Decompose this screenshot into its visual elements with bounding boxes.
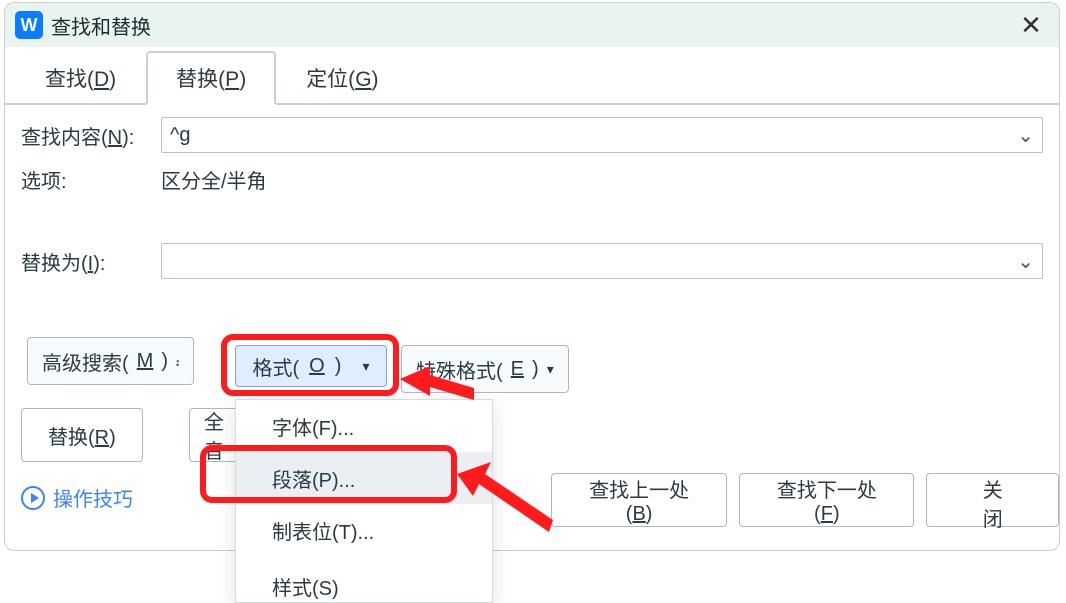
chevron-down-icon: ⌄	[1017, 249, 1034, 274]
special-format-button[interactable]: 特殊格式(E)▾	[401, 345, 569, 393]
chevron-down-icon: ⌄	[1017, 123, 1034, 148]
tips-link[interactable]: 操作技巧	[21, 483, 133, 512]
advanced-search-button[interactable]: 高级搜索(M)᎓	[27, 337, 194, 385]
tab-find[interactable]: 查找(D)	[15, 51, 146, 103]
tabs: 查找(D) 替换(P) 定位(G)	[5, 47, 1059, 105]
caret-down-icon: ▾	[547, 361, 554, 378]
menu-item-paragraph[interactable]: 段落(P)...	[236, 452, 492, 504]
tab-goto[interactable]: 定位(G)	[276, 51, 408, 103]
find-next-button[interactable]: 查找下一处(F)	[739, 473, 914, 527]
options-value: 区分全/半角	[161, 165, 267, 194]
replace-with-input[interactable]: ⌄	[161, 243, 1043, 279]
format-menu: 字体(F)... 段落(P)... 制表位(T)... 样式(S)	[235, 399, 493, 603]
form-area: 查找内容(N): ^g ⌄ 选项: 区分全/半角 替换为(I): ⌄	[5, 105, 1059, 281]
replace-button[interactable]: 替换(R)	[21, 408, 143, 462]
close-icon[interactable]: ✕	[1013, 7, 1049, 43]
tab-replace[interactable]: 替换(P)	[146, 51, 276, 105]
play-icon	[21, 486, 45, 510]
menu-item-tab[interactable]: 制表位(T)...	[236, 504, 492, 556]
dialog-title: 查找和替换	[51, 11, 151, 40]
menu-item-font[interactable]: 字体(F)...	[236, 400, 492, 452]
find-prev-button[interactable]: 查找上一处(B)	[551, 473, 727, 527]
find-what-label: 查找内容(N):	[21, 121, 161, 150]
caret-down-icon: ▾	[362, 358, 369, 375]
menu-item-style[interactable]: 样式(S)	[236, 556, 492, 602]
format-button[interactable]: 格式(O) ▾	[235, 345, 387, 387]
title-bar: W 查找和替换 ✕	[5, 3, 1059, 47]
bottom-buttons: 查找上一处(B) 查找下一处(F) 关闭	[551, 473, 1059, 527]
replace-all-button[interactable]: 全音	[189, 408, 235, 462]
wps-app-icon: W	[15, 11, 43, 39]
find-what-input[interactable]: ^g ⌄	[161, 117, 1043, 153]
replace-with-label: 替换为(I):	[21, 247, 161, 276]
find-replace-dialog: W 查找和替换 ✕ 查找(D) 替换(P) 定位(G) 查找内容(N): ^g …	[4, 2, 1060, 551]
cancel-close-button[interactable]: 关闭	[926, 473, 1059, 527]
collapse-chevrons-icon: ᎓	[176, 352, 179, 371]
options-label: 选项:	[21, 165, 161, 194]
